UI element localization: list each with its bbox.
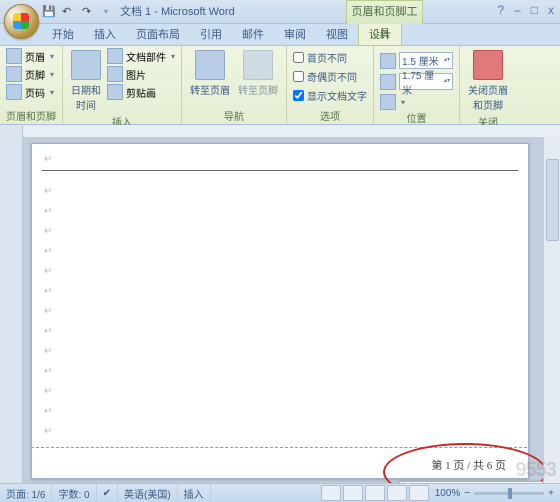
paragraph-mark: ↵ [44,154,52,165]
footer-bottom-icon [380,74,396,90]
close-hf-icon [473,50,503,80]
redo-icon[interactable]: ↷ [82,5,96,19]
paragraph-mark: ↵ [44,406,52,417]
status-bar: 页面: 1/6 字数: 0 ✔ 英语(美国) 插入 100% − + [0,483,560,502]
pagenum-icon [6,84,22,100]
tab-layout[interactable]: 页面布局 [126,23,190,45]
vertical-scrollbar[interactable] [543,137,560,484]
status-mode[interactable]: 插入 [178,484,211,502]
spinner-icon[interactable]: ▴▾ [444,79,450,84]
page-number-field[interactable]: 第 1 页 / 共 6 页 [431,457,506,473]
datetime-icon [71,50,101,80]
tab-references[interactable]: 引用 [190,23,232,45]
pagenumber-button[interactable]: 页码 [6,84,54,100]
header-separator [42,170,518,171]
parts-button[interactable]: 文档部件 [107,48,175,64]
paragraph-mark: ↵ [44,386,52,397]
ribbon-tabs: 开始 插入 页面布局 引用 邮件 审阅 视图 设计 [0,24,560,46]
goto-footer-icon [243,50,273,80]
firstpage-different-input[interactable] [293,52,304,63]
tab-view[interactable]: 视图 [316,23,358,45]
picture-icon [107,66,123,82]
goto-header-button[interactable]: 转至页眉 [188,48,232,99]
save-icon[interactable]: 💾 [42,5,56,19]
quick-access-toolbar: 💾 ↶ ↷ [42,5,116,19]
footer-boundary [31,447,527,448]
view-outline[interactable] [387,485,407,501]
paragraph-mark: ↵ [44,286,52,297]
header-top-icon [380,53,396,69]
paragraph-mark: ↵ [44,306,52,317]
zoom-slider[interactable] [474,492,544,495]
header-icon [6,48,22,64]
document-area[interactable]: ↵ ↵ ↵ ↵ ↵ ↵ ↵ ↵ ↵ ↵ ↵ ↵ ↵ ↵ 第 1 页 / 共 6 … [23,137,560,484]
zoom-in-button[interactable]: + [548,488,554,499]
paragraph-mark: ↵ [44,346,52,357]
context-tab-group: 页眉和页脚工具 [346,0,423,24]
group-label-position: 位置 [380,110,453,124]
close-headerfooter-button[interactable]: 关闭页眉 和页脚 [466,48,510,114]
footer-from-bottom[interactable]: 1.75 厘米▴▾ [380,73,453,90]
zoom-level[interactable]: 100% [435,488,461,499]
proofing-icon: ✔ [103,488,111,499]
group-label-options: 选项 [293,108,367,122]
datetime-button[interactable]: 日期和 时间 [69,48,103,114]
ribbon: 页眉 页脚 页码 页眉和页脚 日期和 时间 文档部件 图片 剪贴画 插入 转至页… [0,46,560,125]
status-page[interactable]: 页面: 1/6 [0,484,52,502]
clipart-button[interactable]: 剪贴画 [107,84,175,100]
parts-icon [107,48,123,64]
office-button[interactable] [4,4,39,39]
show-doc-text-input[interactable] [293,90,304,101]
footer-button[interactable]: 页脚 [6,66,54,82]
oddeven-different-input[interactable] [293,71,304,82]
watermark: 9553 [516,459,557,482]
header-button[interactable]: 页眉 [6,48,54,64]
page[interactable]: ↵ ↵ ↵ ↵ ↵ ↵ ↵ ↵ ↵ ↵ ↵ ↵ ↵ ↵ [31,143,529,479]
status-language[interactable]: 英语(美国) [118,484,178,502]
paragraph-mark: ↵ [44,326,52,337]
group-label-headerfooter: 页眉和页脚 [6,108,56,122]
status-words[interactable]: 字数: 0 [52,484,96,502]
footer-icon [6,66,22,82]
clipart-icon [107,84,123,100]
view-print-layout[interactable] [321,485,341,501]
undo-icon[interactable]: ↶ [62,5,76,19]
zoom-out-button[interactable]: − [464,488,470,499]
goto-header-icon [195,50,225,80]
align-tab-icon [380,94,396,110]
tab-mailings[interactable]: 邮件 [232,23,274,45]
view-draft[interactable] [409,485,429,501]
view-web[interactable] [365,485,385,501]
minimize-button[interactable]: – [514,3,521,17]
oddeven-different-checkbox[interactable]: 奇偶页不同 [293,69,367,84]
spinner-icon[interactable]: ▴▾ [444,58,450,63]
insert-alignment-tab[interactable] [380,94,453,110]
window-title: 文档 1 - Microsoft Word [120,3,235,19]
maximize-button[interactable]: □ [531,3,538,17]
qat-more-icon[interactable] [102,5,116,19]
goto-footer-button[interactable]: 转至页脚 [236,48,280,99]
tab-insert[interactable]: 插入 [84,23,126,45]
scrollbar-thumb[interactable] [546,159,559,241]
firstpage-different-checkbox[interactable]: 首页不同 [293,50,367,65]
tab-home[interactable]: 开始 [42,23,84,45]
view-fullscreen[interactable] [343,485,363,501]
paragraph-mark: ↵ [44,266,52,277]
status-proofing[interactable]: ✔ [97,484,118,502]
help-icon[interactable]: ? [497,3,504,17]
tab-review[interactable]: 审阅 [274,23,316,45]
show-doc-text-checkbox[interactable]: 显示文档文字 [293,88,367,103]
paragraph-mark: ↵ [44,186,52,197]
close-button[interactable]: x [548,3,554,17]
picture-button[interactable]: 图片 [107,66,175,82]
paragraph-mark: ↵ [44,366,52,377]
group-label-nav: 导航 [188,108,280,122]
paragraph-mark: ↵ [44,206,52,217]
paragraph-mark: ↵ [44,226,52,237]
vertical-ruler[interactable] [0,137,23,484]
paragraph-mark: ↵ [44,426,52,437]
paragraph-mark: ↵ [44,246,52,257]
